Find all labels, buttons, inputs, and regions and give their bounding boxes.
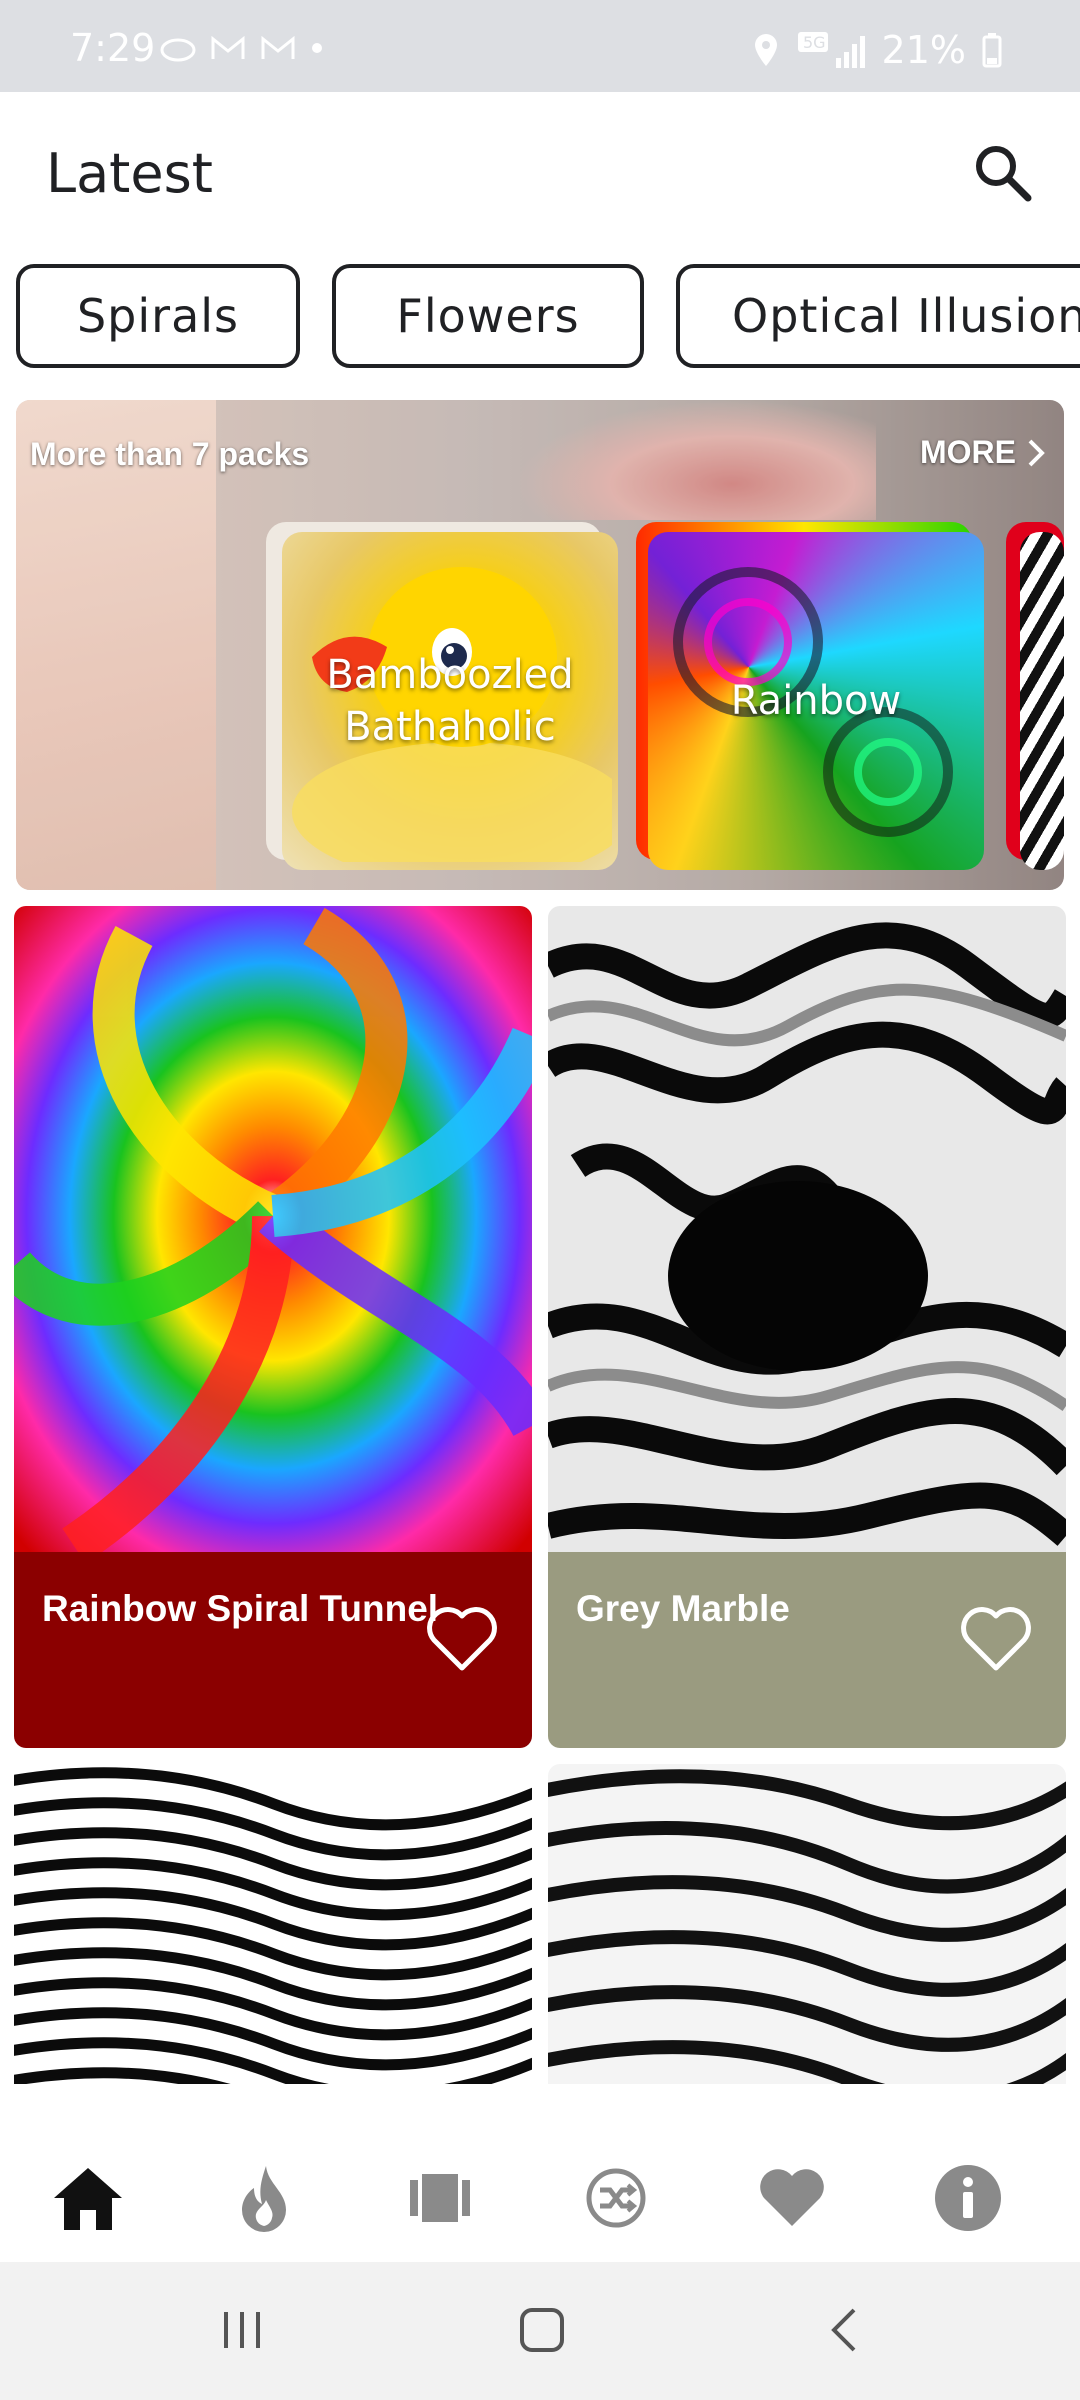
heart-outline-icon[interactable] <box>958 1604 1034 1674</box>
shuffle-icon[interactable] <box>578 2160 654 2236</box>
signal-5g-icon: 5G <box>797 32 865 68</box>
more-button[interactable]: MORE <box>920 434 1046 471</box>
status-time: 7:29 <box>70 26 156 70</box>
card-label-bar: Grey Marble <box>548 1552 1066 1748</box>
home-icon[interactable] <box>50 2160 126 2236</box>
info-icon[interactable] <box>930 2160 1006 2236</box>
wallpaper-card[interactable]: Rainbow Spiral Tunnel <box>14 906 532 1748</box>
pack-card[interactable]: Bamboozled Bathaholic <box>282 532 618 870</box>
heart-outline-icon[interactable] <box>424 1604 500 1674</box>
wallpaper-thumbnail <box>548 1764 1066 2084</box>
bottom-navigation <box>0 2130 1080 2262</box>
system-icons: 5G 21% <box>752 28 1002 72</box>
category-chips: Spirals Flowers Optical Illusion <box>16 264 1080 376</box>
more-label: MORE <box>920 434 1016 470</box>
status-bar: 7:29 5G 21% <box>0 0 1080 92</box>
svg-text:5G: 5G <box>803 33 826 52</box>
notification-icons <box>160 34 324 62</box>
card-label-bar: Rainbow Spiral Tunnel <box>14 1552 532 1748</box>
wallpaper-card[interactable] <box>548 1764 1066 2084</box>
chip-optical-illusion[interactable]: Optical Illusion <box>676 264 1080 368</box>
gmail-icon <box>211 35 245 59</box>
location-icon <box>754 34 777 66</box>
banner-caption: More than 7 packs <box>30 436 310 472</box>
page-title: Latest <box>46 142 213 205</box>
dot-icon <box>312 43 322 53</box>
search-icon[interactable] <box>968 138 1038 208</box>
wallpaper-card[interactable] <box>14 1764 532 2084</box>
card-title: Rainbow Spiral Tunnel <box>42 1588 439 1629</box>
gmail-icon <box>261 35 295 59</box>
app-header: Latest <box>0 92 1080 252</box>
pack-title: Rainbow <box>730 678 902 724</box>
flame-icon[interactable] <box>226 2160 302 2236</box>
recents-icon[interactable] <box>218 2308 268 2352</box>
wallpaper-thumbnail <box>14 1764 532 2084</box>
packs-banner[interactable]: More than 7 packs MORE Bamboozled Bathah… <box>16 400 1064 890</box>
wallpaper-thumbnail <box>548 906 1066 1552</box>
battery-icon <box>982 33 1002 68</box>
chip-flowers[interactable]: Flowers <box>332 264 644 368</box>
battery-percent: 21% <box>881 28 966 72</box>
packs-icon[interactable] <box>402 2160 478 2236</box>
pack-card[interactable]: Rainbow <box>648 532 984 870</box>
wallpaper-thumbnail <box>14 906 532 1552</box>
system-navigation-bar <box>0 2262 1080 2400</box>
pack-card[interactable] <box>1020 532 1064 870</box>
wallpaper-card[interactable]: Grey Marble <box>548 906 1066 1748</box>
home-button-icon[interactable] <box>518 2306 566 2354</box>
heart-icon[interactable] <box>754 2160 830 2236</box>
chip-spirals[interactable]: Spirals <box>16 264 300 368</box>
back-icon[interactable] <box>826 2306 862 2354</box>
weather-icon <box>160 38 196 62</box>
chevron-right-icon <box>1028 439 1045 466</box>
pack-title: Bamboozled Bathaholic <box>326 652 574 750</box>
card-title: Grey Marble <box>576 1588 790 1629</box>
